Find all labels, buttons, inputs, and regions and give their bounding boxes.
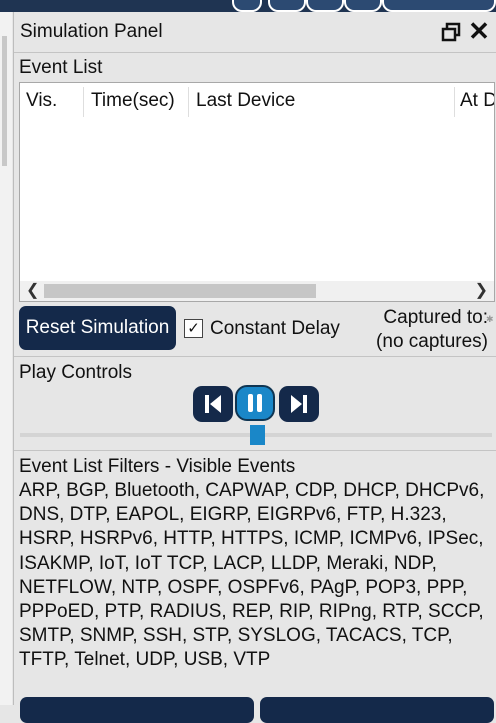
- close-icon[interactable]: ✕: [468, 18, 490, 44]
- captured-to-value: (no captures): [376, 331, 488, 352]
- visible-events-list: ARP, BGP, Bluetooth, CAPWAP, CDP, DHCP, …: [19, 480, 485, 671]
- horizontal-scrollbar[interactable]: ❮ ❯: [20, 281, 494, 301]
- event-list-table[interactable]: Vis. Time(sec) Last Device At D ❮ ❯: [19, 82, 495, 302]
- scrollbar-thumb[interactable]: [44, 284, 316, 298]
- event-list-label: Event List: [19, 57, 103, 78]
- captured-to-status: Captured to: (no captures): [364, 306, 488, 354]
- asterisk-mark: ✱: [486, 314, 494, 324]
- column-header-vis[interactable]: Vis.: [20, 83, 57, 119]
- panel-title-bar: Simulation Panel ✕: [14, 12, 496, 53]
- chevron-left-icon[interactable]: ❮: [26, 281, 39, 301]
- toolbar-button[interactable]: [344, 0, 382, 12]
- step-forward-button[interactable]: [279, 386, 319, 422]
- toolbar-button[interactable]: [382, 0, 496, 12]
- pause-icon: [248, 394, 262, 412]
- step-forward-icon: [291, 395, 307, 413]
- simulation-panel: Simulation Panel ✕ Event List Vis. Time(…: [13, 12, 496, 723]
- column-divider[interactable]: [83, 87, 84, 117]
- top-toolbar-strip: [0, 0, 496, 12]
- constant-delay-label[interactable]: Constant Delay: [210, 318, 340, 340]
- scrollbar-thumb[interactable]: [2, 36, 7, 166]
- toolbar-button[interactable]: [232, 0, 262, 12]
- step-back-button[interactable]: [193, 386, 233, 422]
- captured-to-label: Captured to:: [383, 307, 488, 328]
- toolbar-button[interactable]: [306, 0, 344, 12]
- speed-slider-thumb[interactable]: [250, 425, 265, 445]
- toolbar-button[interactable]: [268, 0, 306, 12]
- column-header-last-device[interactable]: Last Device: [190, 83, 295, 119]
- panel-title: Simulation Panel: [20, 21, 163, 42]
- restore-icon[interactable]: [441, 22, 461, 42]
- filter-button[interactable]: [260, 697, 494, 723]
- event-filters-title: Event List Filters - Visible Events: [19, 456, 296, 477]
- column-divider[interactable]: [188, 87, 189, 117]
- divider: [14, 356, 496, 357]
- step-back-icon: [205, 395, 221, 413]
- left-scrollbar[interactable]: [0, 12, 12, 705]
- column-header-time[interactable]: Time(sec): [85, 83, 175, 119]
- play-controls-label: Play Controls: [19, 362, 132, 383]
- column-header-at-device[interactable]: At D: [454, 83, 494, 119]
- check-icon: ✓: [187, 320, 200, 337]
- filter-button[interactable]: [20, 697, 254, 723]
- reset-simulation-button[interactable]: Reset Simulation: [19, 306, 176, 350]
- pause-button[interactable]: [235, 385, 275, 421]
- constant-delay-checkbox[interactable]: ✓: [184, 319, 203, 338]
- chevron-right-icon[interactable]: ❯: [475, 281, 488, 301]
- divider: [14, 450, 496, 451]
